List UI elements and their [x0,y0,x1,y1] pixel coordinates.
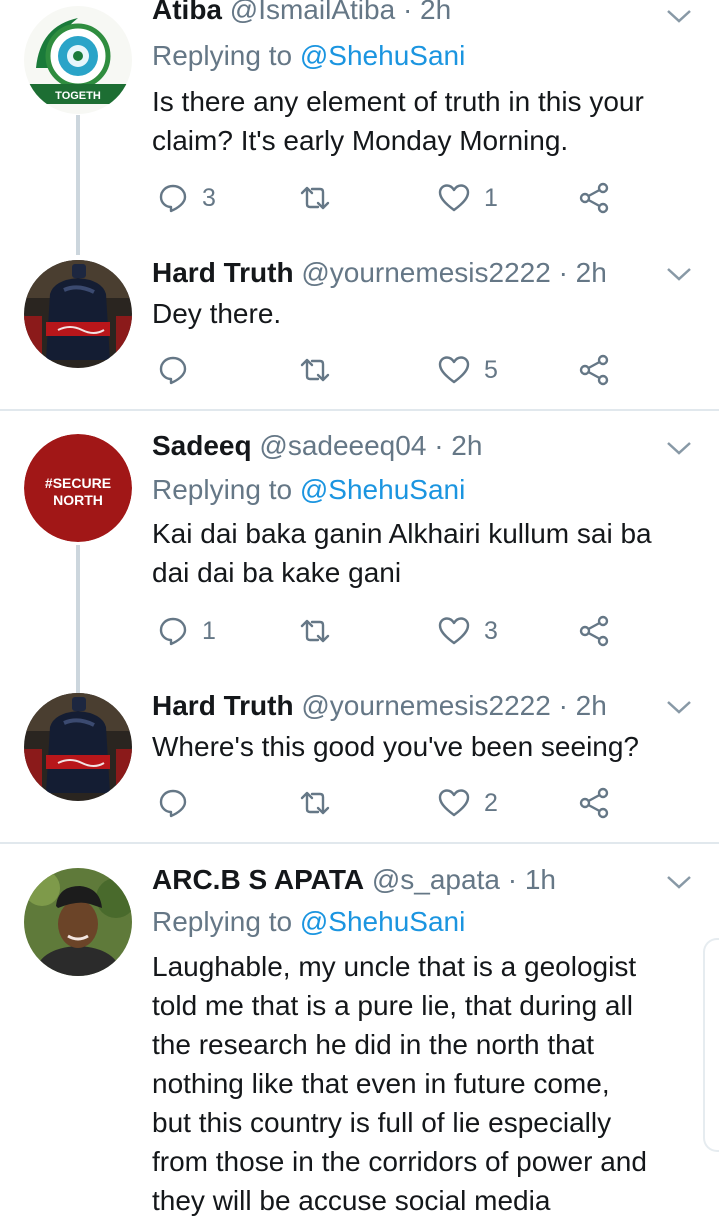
like-count: 5 [484,355,498,384]
avatar[interactable]: #SECURE NORTH [24,434,132,542]
like-count: 3 [484,616,498,645]
tweet-text: Is there any element of truth in this yo… [152,86,644,156]
timestamp: · 2h [402,0,452,25]
avatar-water-bottle-image [24,260,132,368]
share-button[interactable] [578,350,610,390]
user-handle[interactable]: @s_apata [372,864,500,895]
chevron-down-icon[interactable] [665,872,693,892]
tweet-text: Where's this good you've been seeing? [152,731,640,762]
chevron-down-icon[interactable] [665,264,693,284]
user-handle[interactable]: @sadeeeq04 [259,430,426,461]
chevron-down-icon[interactable] [665,438,693,458]
timestamp: · 1h [507,864,556,895]
tweet-atiba[interactable]: TOGETH Atiba @IsmailAtiba · 2h Replying … [0,0,719,255]
like-icon [438,617,470,645]
mention-link[interactable]: @ShehuSani [300,906,465,937]
chevron-down-icon[interactable] [665,697,693,717]
mention-link[interactable]: @ShehuSani [300,474,465,505]
retweet-button[interactable] [298,611,346,651]
like-button[interactable]: 2 [438,783,498,823]
tweet-actions: 3 1 [152,178,622,218]
avatar-logo-image: TOGETH [24,6,132,114]
reply-icon [159,789,187,818]
tweet-hard-truth-1[interactable]: Hard Truth @yournemesis2222 · 2h Dey the… [0,250,719,410]
reply-button[interactable] [158,350,202,390]
like-count: 1 [484,183,498,212]
reply-button[interactable] [158,783,202,823]
user-name[interactable]: Hard Truth [152,257,294,288]
share-icon [579,354,609,386]
user-name[interactable]: Atiba [152,0,222,25]
replying-to: Replying to @ShehuSani [152,906,466,937]
scroll-handle[interactable] [703,938,719,1152]
like-icon [438,184,470,212]
user-handle[interactable]: @IsmailAtiba [230,0,395,25]
like-button[interactable]: 5 [438,350,498,390]
avatar-secure-north-logo: #SECURE NORTH [24,434,132,542]
reply-button[interactable]: 1 [158,611,216,651]
timestamp: · 2h [558,690,607,721]
tweet-actions: 1 3 [152,611,622,651]
avatar[interactable] [24,260,132,368]
avatar-person-photo [24,868,132,976]
retweet-icon [300,791,330,815]
avatar[interactable] [24,693,132,801]
thread-line [76,545,80,693]
retweet-button[interactable] [298,178,346,218]
user-name[interactable]: ARC.B S APATA [152,864,364,895]
avatar[interactable] [24,868,132,976]
svg-text:TOGETH: TOGETH [55,90,101,102]
replying-to: Replying to @ShehuSani [152,40,466,71]
retweet-icon [300,619,330,643]
share-button[interactable] [578,178,610,218]
like-icon [438,356,470,384]
mention-link[interactable]: @ShehuSani [300,40,465,71]
user-name[interactable]: Hard Truth [152,690,294,721]
share-icon [579,182,609,214]
svg-text:NORTH: NORTH [53,492,103,508]
thread-line [76,115,80,255]
tweet-actions: 5 [152,350,622,390]
like-icon [438,789,470,817]
timestamp: · 2h [558,257,607,288]
share-button[interactable] [578,783,610,823]
tweet-hard-truth-2[interactable]: Hard Truth @yournemesis2222 · 2h Where's… [0,683,719,843]
user-handle[interactable]: @yournemesis2222 [301,690,550,721]
retweet-button[interactable] [298,350,346,390]
avatar-water-bottle-image [24,693,132,801]
tweet-text: Dey there. [152,298,282,329]
retweet-icon [300,186,330,210]
tweet-actions: 2 [152,783,622,823]
reply-icon [159,617,187,646]
avatar[interactable]: TOGETH [24,6,132,114]
share-button[interactable] [578,611,610,651]
share-icon [579,615,609,647]
like-button[interactable]: 3 [438,611,498,651]
reply-count: 1 [202,616,216,645]
user-handle[interactable]: @yournemesis2222 [301,257,550,288]
like-button[interactable]: 1 [438,178,498,218]
tweet-text: Laughable, my uncle that is a geologist … [152,951,647,1216]
reply-icon [159,356,187,385]
replying-to: Replying to @ShehuSani [152,474,466,505]
tweet-arc-b-s-apata[interactable]: ARC.B S APATA @s_apata · 1h Replying to … [0,844,719,1216]
retweet-button[interactable] [298,783,346,823]
reply-button[interactable]: 3 [158,178,216,218]
user-name[interactable]: Sadeeq [152,430,252,461]
chevron-down-icon[interactable] [665,6,693,26]
retweet-icon [300,358,330,382]
share-icon [579,787,609,819]
like-count: 2 [484,788,498,817]
timestamp: · 2h [434,430,483,461]
svg-text:#SECURE: #SECURE [45,475,111,491]
reply-count: 3 [202,183,216,212]
tweet-text: Kai dai baka ganin Alkhairi kullum sai b… [152,518,652,588]
tweet-sadeeq[interactable]: #SECURE NORTH Sadeeq @sadeeeq04 · 2h Rep… [0,411,719,693]
reply-icon [159,184,187,213]
